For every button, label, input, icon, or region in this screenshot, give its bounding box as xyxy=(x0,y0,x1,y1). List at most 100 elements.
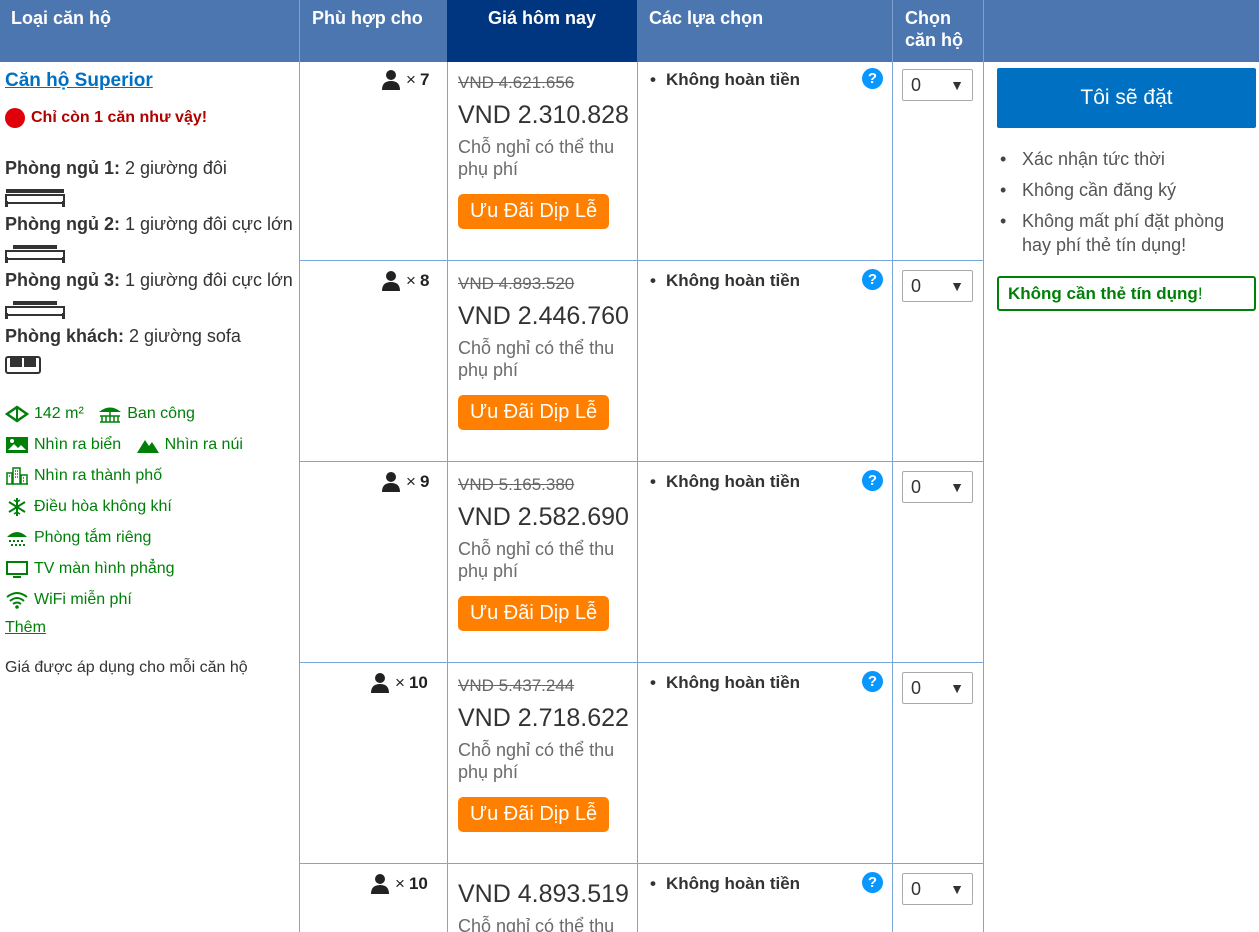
fee-note: Chỗ nghỉ có thể thu phụ phí xyxy=(458,137,615,179)
facilities-list: 142 m² Ban công Nhìn ra biển Nhìn ra núi… xyxy=(5,398,295,615)
red-dot-icon xyxy=(5,108,25,128)
select-value: 0 xyxy=(911,879,922,899)
occupancy: × 10 xyxy=(371,673,428,693)
current-price: VND 2.718.622 xyxy=(458,704,629,732)
occupancy: × 7 xyxy=(382,70,429,90)
column-divider xyxy=(983,62,984,932)
occupancy: × 8 xyxy=(382,271,429,291)
sofa-bed-icon xyxy=(5,356,41,375)
tv-icon xyxy=(6,560,28,578)
shower-icon xyxy=(7,531,27,546)
bullet: • xyxy=(650,673,656,692)
help-icon[interactable]: ? xyxy=(862,470,883,491)
header-select-line1: Chọn xyxy=(905,8,951,28)
guest-count: 7 xyxy=(419,70,430,89)
times-symbol: × xyxy=(406,70,416,89)
help-icon[interactable]: ? xyxy=(862,68,883,89)
person-icon xyxy=(371,673,389,693)
row-divider xyxy=(299,662,984,663)
header-options: Các lựa chọn xyxy=(649,8,764,28)
column-divider xyxy=(637,62,638,932)
benefit-text: Không cần đăng ký xyxy=(1022,180,1177,200)
benefit-item: • Không cần đăng ký xyxy=(1000,175,1255,206)
room-type-panel: Căn hộ Superior Chỉ còn 1 căn như vậy! P… xyxy=(5,70,295,677)
select-value: 0 xyxy=(911,276,922,296)
room-quantity-select[interactable]: 0 ▼ xyxy=(902,672,973,704)
person-icon xyxy=(382,472,400,492)
current-price: VND 2.446.760 xyxy=(458,302,629,330)
holiday-deal-badge: Ưu Đãi Dịp Lễ xyxy=(458,395,610,430)
current-price: VND 2.582.690 xyxy=(458,503,629,531)
bathroom-text: Phòng tắm riêng xyxy=(34,529,152,546)
option-item: • Không hoàn tiền xyxy=(650,874,800,894)
benefit-item: • Xác nhận tức thời xyxy=(1000,144,1255,175)
person-icon xyxy=(371,874,389,894)
bullet: • xyxy=(650,874,656,893)
option-item: • Không hoàn tiền xyxy=(650,271,800,291)
bed-label: Phòng ngủ 1: xyxy=(5,158,120,178)
king-bed-icon xyxy=(5,245,65,264)
guest-count: 9 xyxy=(419,472,430,491)
room-quantity-select[interactable]: 0 ▼ xyxy=(902,873,973,905)
help-icon[interactable]: ? xyxy=(862,872,883,893)
bed-item: Phòng ngủ 3: 1 giường đôi cực lớn xyxy=(5,266,295,322)
option-text: Không hoàn tiền xyxy=(665,70,801,89)
king-bed-icon xyxy=(5,301,65,320)
price-cell: VND 4.893.520 VND 2.446.760 Chỗ nghỉ có … xyxy=(458,274,633,430)
select-value: 0 xyxy=(911,678,922,698)
benefit-text: Không mất phí đặt phòng hay phí thẻ tín … xyxy=(1022,211,1225,255)
help-icon[interactable]: ? xyxy=(862,269,883,290)
no-card-suffix: ! xyxy=(1197,284,1203,303)
bed-value: 1 giường đôi cực lớn xyxy=(119,270,293,290)
row-divider xyxy=(299,260,984,261)
column-divider xyxy=(892,62,893,932)
chevron-down-icon: ▼ xyxy=(950,479,964,495)
sea-view-icon xyxy=(6,436,28,453)
holiday-deal-badge: Ưu Đãi Dịp Lễ xyxy=(458,596,610,631)
room-quantity-select[interactable]: 0 ▼ xyxy=(902,69,973,101)
area-icon xyxy=(5,405,29,423)
header-select: Chọn căn hộ xyxy=(905,0,983,62)
room-name-link[interactable]: Căn hộ Superior xyxy=(5,70,295,92)
column-divider xyxy=(447,62,448,932)
bullet: • xyxy=(650,472,656,491)
guest-count: 10 xyxy=(408,874,428,893)
header-divider xyxy=(299,0,300,62)
area-text: 142 m² xyxy=(34,405,84,422)
double-bed-icon xyxy=(5,189,65,208)
balcony-icon xyxy=(99,407,122,423)
holiday-deal-badge: Ưu Đãi Dịp Lễ xyxy=(458,194,610,229)
bed-item: Phòng khách: 2 giường sofa xyxy=(5,322,295,378)
header-divider xyxy=(892,0,893,62)
facility-row: Nhìn ra thành phố xyxy=(5,460,295,491)
aircon-text: Điều hòa không khí xyxy=(34,498,172,515)
room-quantity-select[interactable]: 0 ▼ xyxy=(902,270,973,302)
price-cell: VND 4.621.656 VND 2.310.828 Chỗ nghỉ có … xyxy=(458,73,633,229)
mountain-view-text: Nhìn ra núi xyxy=(164,436,243,453)
occupancy: × 9 xyxy=(382,472,429,492)
facility-row: 142 m² Ban công xyxy=(5,398,295,429)
header-fits: Phù hợp cho xyxy=(312,8,423,28)
help-icon[interactable]: ? xyxy=(862,671,883,692)
chevron-down-icon: ▼ xyxy=(950,881,964,897)
more-facilities-link[interactable]: Thêm xyxy=(5,619,295,637)
fee-note: Chỗ nghỉ có thể thu phụ phí xyxy=(458,338,615,380)
bed-label: Phòng khách: xyxy=(5,326,125,346)
person-icon xyxy=(382,271,400,291)
facility-row: TV màn hình phẳng xyxy=(5,553,295,584)
room-quantity-select[interactable]: 0 ▼ xyxy=(902,471,973,503)
bullet: • xyxy=(1000,211,1007,231)
book-button[interactable]: Tôi sẽ đặt xyxy=(997,68,1256,128)
facility-row: Điều hòa không khí xyxy=(5,491,295,522)
select-value: 0 xyxy=(911,75,922,95)
tv-text: TV màn hình phẳng xyxy=(34,560,175,577)
benefit-item: • Không mất phí đặt phòng hay phí thẻ tín… xyxy=(1000,206,1255,257)
current-price: VND 4.893.519 xyxy=(458,880,629,908)
table-header: Loại căn hộ Phù hợp cho Giá hôm nay Các … xyxy=(0,0,1259,62)
header-select-line2: căn hộ xyxy=(905,30,964,50)
price-cell: VND 4.893.519 Chỗ nghỉ có thể thu xyxy=(458,880,633,932)
header-room-type: Loại căn hộ xyxy=(11,8,112,28)
option-text: Không hoàn tiền xyxy=(665,874,801,893)
fee-note: Chỗ nghỉ có thể thu phụ phí xyxy=(458,539,615,581)
no-card-needed-badge: Không cần thẻ tín dụng! xyxy=(997,276,1256,311)
